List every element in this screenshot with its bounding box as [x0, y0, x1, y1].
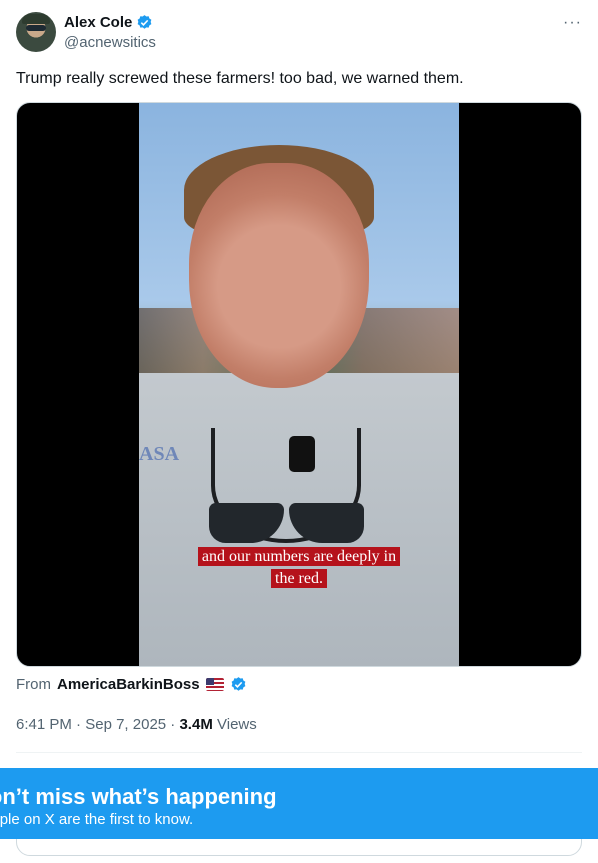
more-options-icon[interactable]: ··· — [563, 14, 582, 32]
views-label: Views — [217, 716, 257, 733]
views-count: 3.4M — [179, 716, 213, 733]
avatar-sunglasses — [26, 25, 46, 31]
avatar-cap — [22, 14, 50, 24]
author-name-row[interactable]: Alex Cole — [64, 14, 153, 31]
banner-subtitle: People on X are the first to know. — [0, 811, 194, 828]
signup-banner[interactable]: Don’t miss what’s happening People on X … — [0, 768, 598, 839]
from-label: From — [16, 676, 51, 693]
video-attribution: From AmericaBarkinBoss — [16, 676, 247, 693]
divider — [16, 752, 582, 753]
video-caption-line-1: and our numbers are deeply in — [197, 547, 401, 566]
tweet-header: Alex Cole @acnewsitics ··· — [16, 12, 582, 52]
tweet-text: Trump really screwed these farmers! too … — [16, 70, 464, 87]
video-player[interactable]: ASA and our numbers are deeply in the re… — [16, 102, 582, 667]
shirt-logo: ASA — [139, 443, 180, 465]
source-verified-badge-icon — [231, 677, 245, 691]
tweet-time[interactable]: 6:41 PM — [16, 716, 72, 733]
us-flag-icon — [205, 678, 224, 691]
verified-badge-icon — [137, 15, 152, 29]
video-frame[interactable]: ASA and our numbers are deeply in the re… — [139, 103, 459, 666]
video-caption-line-2: the red. — [271, 569, 327, 588]
lapel-mic-icon — [289, 436, 315, 472]
tweet-date[interactable]: Sep 7, 2025 — [85, 716, 166, 733]
video-face — [189, 163, 369, 388]
author-display-name[interactable]: Alex Cole — [64, 14, 132, 31]
video-caption: and our numbers are deeply in the red. — [139, 546, 459, 590]
author-handle[interactable]: @acnewsitics — [64, 34, 156, 51]
tweet-meta: 6:41 PM · Sep 7, 2025 · 3.4M Views — [16, 716, 257, 733]
banner-title: Don’t miss what’s happening — [0, 784, 277, 809]
meta-separator: · — [76, 716, 82, 733]
avatar[interactable] — [16, 12, 56, 52]
meta-separator-2: · — [170, 716, 176, 733]
source-account-link[interactable]: AmericaBarkinBoss — [57, 676, 200, 693]
